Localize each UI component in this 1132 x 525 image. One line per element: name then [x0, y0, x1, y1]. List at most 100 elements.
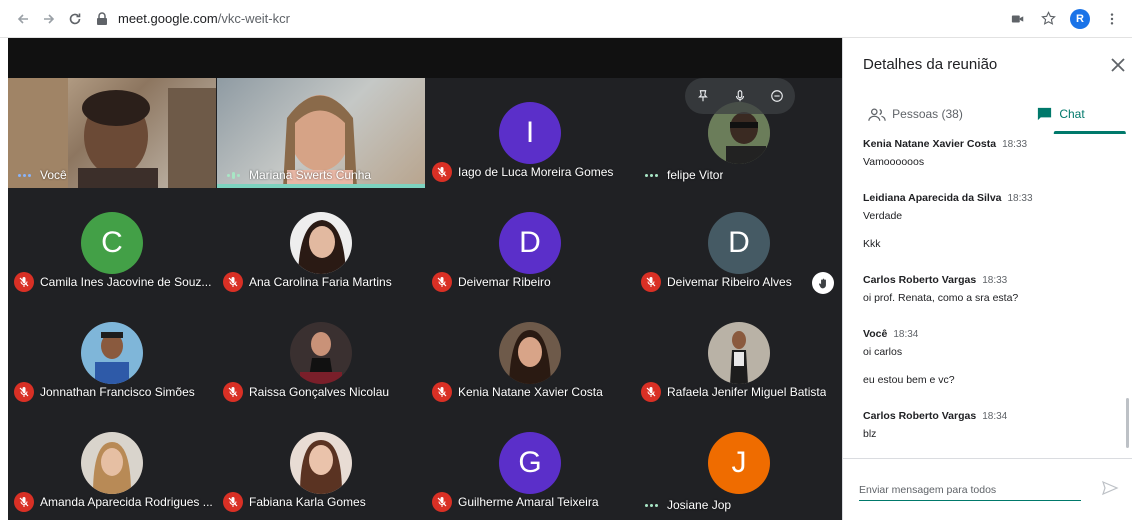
participant-tile[interactable]: felipe Vitor: [635, 78, 843, 188]
message-text: Verdade: [863, 210, 903, 222]
reload-icon: [69, 13, 81, 24]
mic-off-icon: [641, 272, 661, 292]
participant-photo: [290, 212, 352, 274]
tab-chat[interactable]: Chat: [988, 94, 1132, 134]
participant-tile[interactable]: C Camila Ines Jacovine de Souz...: [8, 188, 216, 298]
panel-tabs: Pessoas (38) Chat: [843, 94, 1132, 134]
chat-message: Carlos Roberto Vargas 18:34 blz: [863, 410, 1119, 440]
participant-avatar: J: [708, 432, 770, 494]
message-text: Vamoooooos: [863, 156, 925, 168]
participant-name: Amanda Aparecida Rodrigues ...: [40, 495, 213, 509]
participant-tile[interactable]: D Deivemar Ribeiro: [426, 188, 634, 298]
lock-icon: [97, 11, 107, 25]
chat-icon: [1038, 107, 1052, 120]
back-button[interactable]: [10, 6, 36, 32]
avatar-initial: I: [525, 116, 535, 149]
participant-tile[interactable]: Kenia Natane Xavier Costa: [426, 298, 634, 408]
pin-icon[interactable]: [695, 88, 711, 104]
participant-tile[interactable]: Mariana Swerts Cunha: [217, 78, 425, 188]
mic-off-icon: [14, 272, 34, 292]
participant-name: Jonnathan Francisco Simões: [40, 385, 195, 399]
mic-icon[interactable]: [732, 88, 748, 104]
participant-photo: [499, 322, 561, 384]
message-time: 18:34: [982, 411, 1008, 422]
avatar-initial: D: [728, 226, 750, 259]
message-sender: Leidiana Aparecida da Silva: [863, 192, 1002, 204]
more-vertical-icon[interactable]: [1104, 11, 1120, 27]
mic-off-icon: [641, 382, 661, 402]
chat-message: Leidiana Aparecida da Silva 18:33 Verdade…: [863, 192, 1119, 250]
forward-button[interactable]: [36, 6, 62, 32]
tab-people-label: Pessoas (38): [892, 107, 963, 121]
avatar-initial: D: [519, 226, 541, 259]
mic-off-icon: [223, 382, 243, 402]
chat-message: Você 18:34 oi carlos eu estou bem e vc?: [863, 328, 1119, 386]
message-sender: Carlos Roberto Vargas: [863, 274, 977, 286]
participant-tile[interactable]: I Iago de Luca Moreira Gomes: [426, 78, 634, 188]
mic-off-icon: [14, 492, 34, 512]
participant-avatar: D: [708, 212, 770, 274]
participant-tile[interactable]: Jonnathan Francisco Simões: [8, 298, 216, 408]
bookmark-star-icon[interactable]: [1040, 11, 1056, 27]
participant-photo: [81, 322, 143, 384]
chat-message-list[interactable]: Kenia Natane Xavier Costa 18:33 Vamoooooo…: [843, 134, 1132, 458]
panel-title: Detalhes da reunião: [863, 56, 998, 73]
profile-avatar[interactable]: R: [1070, 8, 1090, 29]
message-time: 18:34: [893, 329, 919, 340]
participant-name: Kenia Natane Xavier Costa: [458, 385, 603, 399]
message-time: 18:33: [1002, 139, 1028, 150]
address-bar[interactable]: meet.google.com/vkc-weit-kcr: [96, 5, 1010, 33]
mic-off-icon: [432, 382, 452, 402]
audio-indicator-icon: [14, 168, 34, 182]
mic-off-icon: [14, 382, 34, 402]
participant-name: felipe Vitor: [667, 168, 724, 182]
participant-photo: [290, 432, 352, 494]
participant-avatar: D: [499, 212, 561, 274]
message-text: Kkk: [863, 238, 881, 250]
participant-name: Deivemar Ribeiro: [458, 275, 551, 289]
message-sender: Carlos Roberto Vargas: [863, 410, 977, 422]
participant-tile[interactable]: Raissa Gonçalves Nicolau: [217, 298, 425, 408]
tab-people[interactable]: Pessoas (38): [843, 94, 988, 134]
avatar-initial: J: [731, 446, 747, 479]
camera-indicator-icon[interactable]: [1010, 11, 1026, 27]
avatar-initial: C: [101, 226, 123, 259]
avatar-initial: G: [518, 446, 542, 479]
participant-tile[interactable]: Fabiana Karla Gomes: [217, 408, 425, 518]
remove-icon[interactable]: [769, 88, 785, 104]
participant-name: Ana Carolina Faria Martins: [249, 275, 392, 289]
chat-message-input[interactable]: [859, 479, 1081, 501]
url-domain: meet.google.com: [118, 11, 218, 26]
tab-chat-label: Chat: [1059, 107, 1085, 121]
participant-tile[interactable]: Amanda Aparecida Rodrigues ...: [8, 408, 216, 518]
participant-tile[interactable]: Ana Carolina Faria Martins: [217, 188, 425, 298]
participant-name: Guilherme Amaral Teixeira: [458, 495, 599, 509]
send-icon[interactable]: [1101, 479, 1119, 497]
audio-indicator-icon: [641, 168, 661, 182]
participant-tile[interactable]: Rafaela Jenifer Miguel Batista: [635, 298, 843, 408]
raise-hand-icon[interactable]: [812, 272, 834, 294]
close-icon[interactable]: [1109, 56, 1127, 74]
participant-avatar: C: [81, 212, 143, 274]
mic-off-icon: [432, 492, 452, 512]
audio-indicator-icon: [223, 168, 243, 182]
reload-button[interactable]: [62, 6, 88, 32]
participant-name: Mariana Swerts Cunha: [249, 168, 372, 182]
participant-name: Camila Ines Jacovine de Souz...: [40, 275, 212, 289]
participant-grid: Você Mariana Swerts Cunha I Iago de Luca…: [8, 38, 842, 520]
chat-composer: [843, 458, 1132, 520]
arrow-left-icon: [17, 13, 28, 24]
people-icon: [868, 107, 886, 121]
participant-name: Iago de Luca Moreira Gomes: [458, 165, 614, 179]
tile-hover-controls: [685, 78, 795, 114]
participant-tile[interactable]: Você: [8, 78, 216, 188]
audio-indicator-icon: [641, 498, 661, 512]
arrow-right-icon: [44, 13, 55, 24]
participant-tile[interactable]: J Josiane Jop: [635, 408, 843, 518]
chat-scrollbar[interactable]: [1126, 398, 1129, 448]
participant-name: Fabiana Karla Gomes: [249, 495, 366, 509]
message-time: 18:33: [1007, 193, 1033, 204]
mic-off-icon: [223, 492, 243, 512]
participant-photo: [81, 432, 143, 494]
participant-tile[interactable]: G Guilherme Amaral Teixeira: [426, 408, 634, 518]
